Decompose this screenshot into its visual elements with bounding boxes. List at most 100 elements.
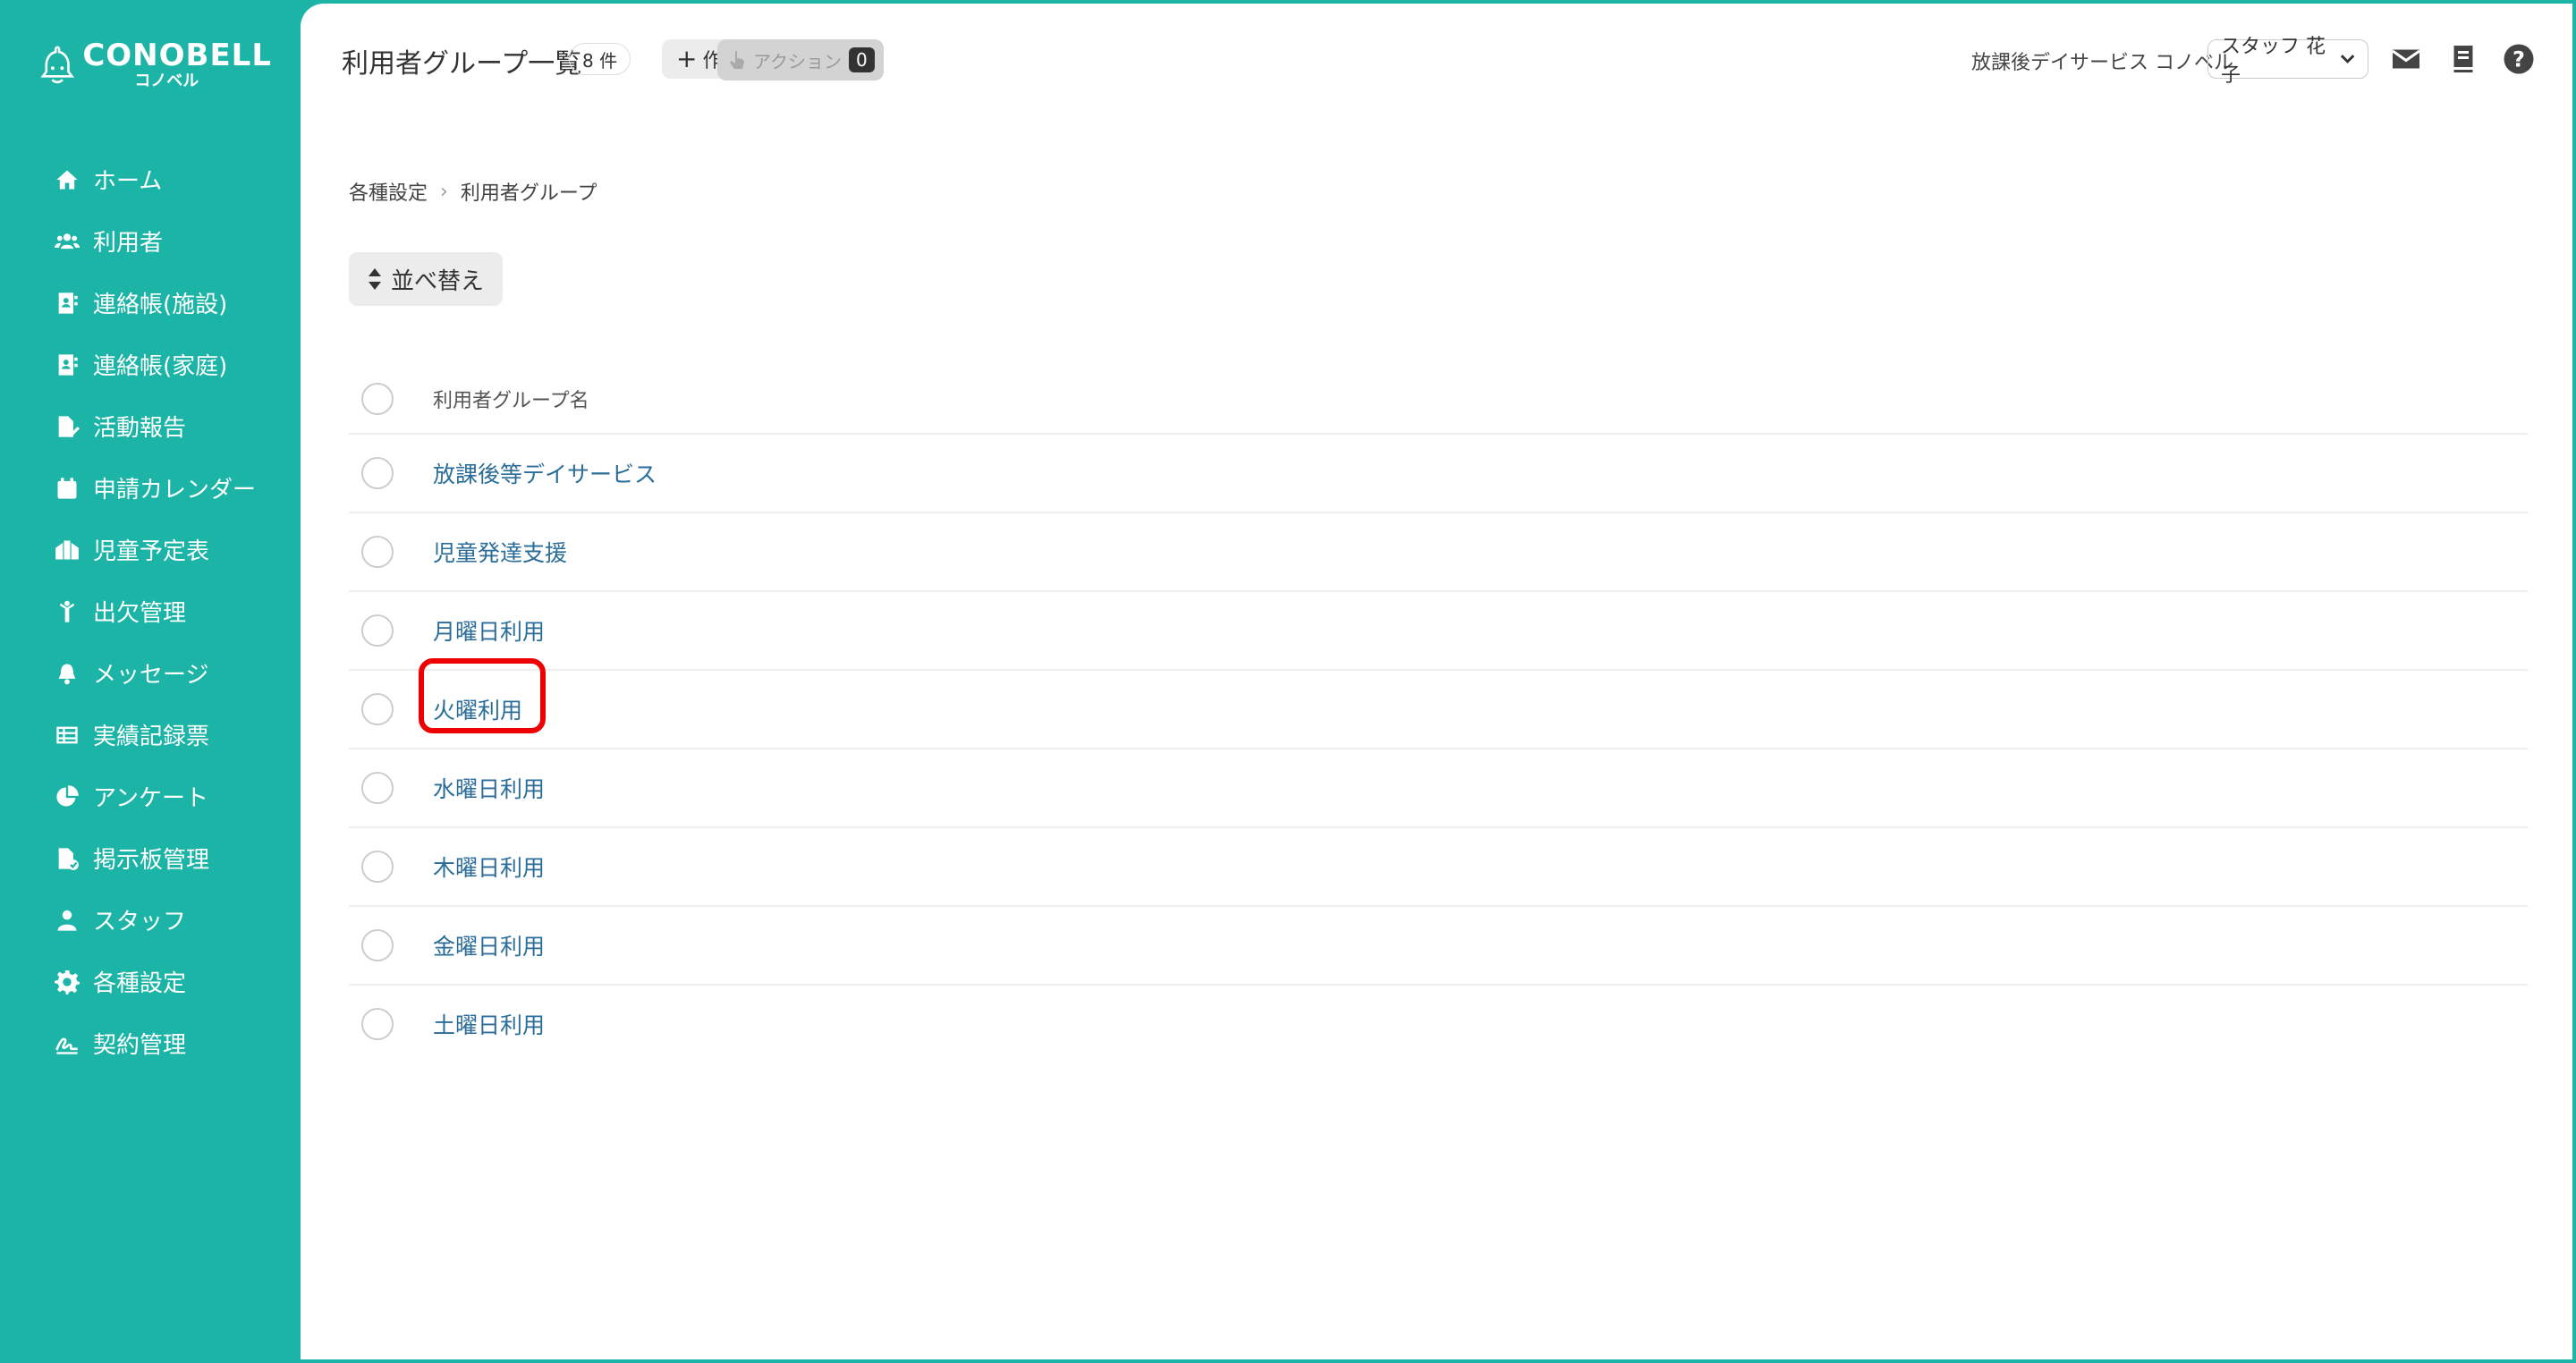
gear-icon bbox=[54, 969, 80, 995]
sort-label: 並べ替え bbox=[390, 267, 484, 295]
action-button[interactable]: アクション 0 bbox=[717, 39, 884, 80]
sidebar-item-activity-report[interactable]: 活動報告 bbox=[54, 395, 295, 457]
sidebar-item-records[interactable]: 実績記録票 bbox=[54, 704, 295, 766]
sidebar-item-survey[interactable]: アンケート bbox=[54, 766, 295, 827]
facility-name: 放課後デイサービス コノベル bbox=[1971, 52, 2233, 74]
contact-book-icon bbox=[54, 351, 80, 378]
sidebar-item-contact-home[interactable]: 連絡帳(家庭) bbox=[54, 334, 295, 395]
sidebar-item-board[interactable]: 掲示板管理 bbox=[54, 827, 295, 889]
sidebar-item-calendar[interactable]: 申請カレンダー bbox=[54, 457, 295, 519]
sidebar-item-staff[interactable]: スタッフ bbox=[54, 889, 295, 951]
contact-book-icon bbox=[54, 290, 80, 317]
table-row: 水曜日利用 bbox=[349, 749, 2528, 828]
group-name-link[interactable]: 放課後等デイサービス bbox=[433, 457, 657, 489]
brand-sub: コノベル bbox=[134, 72, 199, 90]
row-checkbox[interactable] bbox=[361, 693, 394, 725]
group-name-link[interactable]: 水曜日利用 bbox=[433, 772, 545, 804]
sidebar-item-home[interactable]: ホーム bbox=[54, 148, 295, 210]
sidebar-item-label: 各種設定 bbox=[93, 970, 187, 997]
contract-icon bbox=[54, 1030, 80, 1057]
table-icon bbox=[54, 722, 80, 749]
chevron-down-icon bbox=[2340, 55, 2355, 63]
group-name-link[interactable]: 木曜日利用 bbox=[433, 851, 545, 883]
sidebar-item-label: ホーム bbox=[93, 168, 163, 195]
sidebar-item-label: メッセージ bbox=[93, 662, 209, 689]
sidebar-item-contract[interactable]: 契約管理 bbox=[54, 1012, 295, 1074]
pie-chart-icon bbox=[54, 783, 80, 810]
report-icon bbox=[54, 413, 80, 440]
breadcrumb-current: 利用者グループ bbox=[460, 182, 597, 205]
sidebar-nav: ホーム 利用者 連絡帳(施設) 連絡帳(家庭) 活動報告 申請カレンダー 児童予… bbox=[54, 148, 295, 1074]
table-row: 木曜日利用 bbox=[349, 828, 2528, 907]
schedule-icon bbox=[54, 537, 80, 563]
sidebar-item-message[interactable]: メッセージ bbox=[54, 642, 295, 704]
action-label: アクション bbox=[753, 50, 842, 72]
sidebar-item-label: 連絡帳(家庭) bbox=[93, 353, 228, 380]
column-header-name: 利用者グループ名 bbox=[433, 390, 589, 412]
group-table: 利用者グループ名 放課後等デイサービス 児童発達支援 月曜日利用 火曜利用 水曜… bbox=[349, 365, 2528, 1062]
sidebar-item-label: アンケート bbox=[93, 785, 208, 812]
count-badge: 8 件 bbox=[569, 43, 631, 75]
calendar-icon bbox=[54, 475, 80, 502]
sidebar-item-users[interactable]: 利用者 bbox=[54, 210, 295, 272]
row-checkbox[interactable] bbox=[361, 1008, 394, 1040]
home-icon bbox=[54, 166, 80, 193]
svg-text:?: ? bbox=[2512, 47, 2525, 72]
table-row: 児童発達支援 bbox=[349, 513, 2528, 592]
sidebar-item-label: スタッフ bbox=[93, 909, 187, 935]
brand-logo[interactable]: CONOBELL コノベル bbox=[39, 34, 272, 97]
action-count-badge: 0 bbox=[849, 47, 875, 72]
sidebar-item-label: 契約管理 bbox=[93, 1032, 187, 1059]
sort-icon bbox=[368, 268, 381, 290]
page-title: 利用者グループ一覧 bbox=[342, 48, 582, 80]
table-row: 月曜日利用 bbox=[349, 592, 2528, 671]
attendance-icon bbox=[54, 598, 80, 625]
sidebar-item-contact-facility[interactable]: 連絡帳(施設) bbox=[54, 272, 295, 334]
mail-icon[interactable] bbox=[2390, 43, 2422, 75]
sidebar-item-attendance[interactable]: 出欠管理 bbox=[54, 580, 295, 642]
group-name-link[interactable]: 児童発達支援 bbox=[433, 536, 567, 568]
row-checkbox[interactable] bbox=[361, 614, 394, 647]
plus-icon: + bbox=[676, 44, 698, 73]
row-checkbox[interactable] bbox=[361, 457, 394, 489]
select-all-checkbox[interactable] bbox=[361, 383, 394, 415]
app-frame: CONOBELL コノベル ホーム 利用者 連絡帳(施設) 連絡帳(家庭) 活動… bbox=[0, 0, 2576, 1363]
sidebar-item-settings[interactable]: 各種設定 bbox=[54, 951, 295, 1012]
group-name-link[interactable]: 火曜利用 bbox=[433, 693, 522, 725]
main-panel: 利用者グループ一覧 8 件 + 作成 アクション 0 放課後デイサービス コノベ… bbox=[301, 4, 2572, 1359]
sidebar-item-label: 出欠管理 bbox=[93, 600, 187, 627]
staff-icon bbox=[54, 907, 80, 934]
sort-button[interactable]: 並べ替え bbox=[349, 252, 503, 306]
row-checkbox[interactable] bbox=[361, 536, 394, 568]
hand-pointer-icon bbox=[730, 51, 744, 69]
sidebar: CONOBELL コノベル ホーム 利用者 連絡帳(施設) 連絡帳(家庭) 活動… bbox=[0, 0, 301, 1363]
breadcrumb-parent[interactable]: 各種設定 bbox=[349, 177, 428, 206]
group-name-link[interactable]: 土曜日利用 bbox=[433, 1008, 545, 1040]
table-row: 土曜日利用 bbox=[349, 986, 2528, 1062]
row-checkbox[interactable] bbox=[361, 772, 394, 804]
chevron-right-icon: › bbox=[440, 180, 448, 203]
staff-name: スタッフ 花子 bbox=[2221, 36, 2326, 87]
sidebar-item-schedule[interactable]: 児童予定表 bbox=[54, 519, 295, 580]
sidebar-item-label: 申請カレンダー bbox=[93, 477, 257, 504]
manual-book-icon[interactable] bbox=[2447, 43, 2479, 75]
breadcrumb: 各種設定 › 利用者グループ bbox=[349, 177, 597, 206]
board-icon bbox=[54, 845, 80, 872]
sidebar-item-label: 活動報告 bbox=[93, 415, 187, 442]
table-row: 金曜日利用 bbox=[349, 907, 2528, 986]
group-name-link[interactable]: 月曜日利用 bbox=[433, 614, 545, 647]
table-row: 放課後等デイサービス bbox=[349, 435, 2528, 513]
help-icon[interactable]: ? bbox=[2503, 43, 2535, 75]
group-name-link[interactable]: 金曜日利用 bbox=[433, 929, 545, 961]
sidebar-item-label: 利用者 bbox=[93, 230, 164, 257]
sidebar-item-label: 掲示板管理 bbox=[93, 847, 210, 874]
sidebar-item-label: 実績記録票 bbox=[93, 724, 210, 750]
staff-dropdown[interactable]: スタッフ 花子 bbox=[2207, 36, 2368, 87]
bell-icon bbox=[54, 660, 80, 687]
sidebar-item-label: 児童予定表 bbox=[93, 538, 210, 565]
row-checkbox[interactable] bbox=[361, 851, 394, 883]
row-checkbox[interactable] bbox=[361, 929, 394, 961]
table-header-row: 利用者グループ名 bbox=[349, 365, 2528, 435]
users-icon bbox=[54, 228, 80, 255]
sidebar-item-label: 連絡帳(施設) bbox=[93, 292, 228, 318]
